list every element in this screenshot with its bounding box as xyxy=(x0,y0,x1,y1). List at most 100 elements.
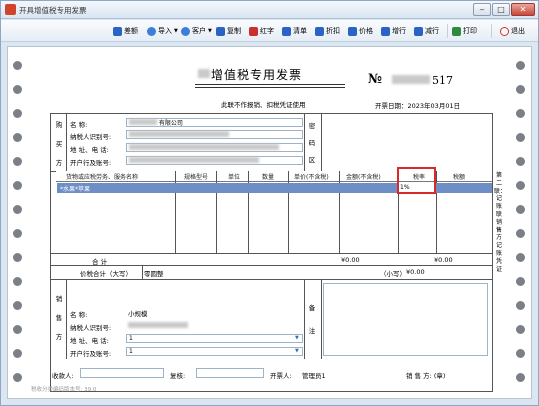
feed-hole xyxy=(13,109,22,118)
divider xyxy=(142,265,143,279)
column-header: 单价(不含税) xyxy=(294,174,329,181)
column-header: 数量 xyxy=(262,174,275,181)
tax-rate-highlight xyxy=(397,167,436,194)
discount-label: 折扣 xyxy=(326,27,340,35)
divider xyxy=(304,113,305,171)
buyer-side-label: 购 买 方 xyxy=(55,121,63,167)
grand-total-lower: ¥0.00 xyxy=(406,268,425,276)
grand-total-upper: 零圆整 xyxy=(144,270,164,278)
reviewer-label: 复核: xyxy=(170,372,186,380)
column-header: 金额(不含税) xyxy=(346,174,381,181)
divider xyxy=(50,265,493,266)
reviewer-field[interactable] xyxy=(196,368,264,378)
buyer-bank-label: 开户行及账号: xyxy=(70,159,112,167)
copy-button[interactable]: 复制 xyxy=(216,25,241,37)
redacted-region xyxy=(128,322,188,328)
seller-address-label: 地 址、电 话: xyxy=(70,337,109,345)
date-label: 开票日期： xyxy=(375,102,408,110)
column-header: 单位 xyxy=(228,174,241,181)
app-icon xyxy=(5,4,16,15)
buyer-address-label: 地 址、电 话: xyxy=(70,146,109,154)
remarks-field[interactable] xyxy=(323,283,488,356)
password-area-label: 密 码 区 xyxy=(308,122,316,164)
exit-label: 退出 xyxy=(511,27,525,35)
window-title: 开具增值税专用发票 xyxy=(19,6,87,15)
divider xyxy=(50,253,493,254)
print-icon xyxy=(452,26,461,36)
feed-hole xyxy=(13,253,22,262)
copy-icon xyxy=(216,26,225,36)
feed-hole xyxy=(13,157,22,166)
date-value: 2023年03月01日 xyxy=(407,102,461,110)
remove-row-button[interactable]: 减行 xyxy=(414,25,439,37)
invoice-window: 开具增值税专用发票 ‒ □ ✕ 差额 导入 ▼ 客户 ▼ 复制 红字 清单 折扣… xyxy=(0,0,539,406)
import-label: 导入 xyxy=(158,27,172,35)
grand-total-label: 价税合计（大写） xyxy=(80,270,132,278)
buyer-tax-id-field[interactable] xyxy=(126,130,303,139)
grand-total-lower-label: （小写） xyxy=(380,270,406,278)
invoice-title: 增值税专用发票 xyxy=(211,68,303,82)
feed-hole xyxy=(516,85,525,94)
feed-hole xyxy=(13,373,22,382)
feed-hole xyxy=(13,277,22,286)
column-header: 税额 xyxy=(453,174,466,181)
buyer-bank-field[interactable] xyxy=(126,156,303,165)
chevron-down-icon: ▼ xyxy=(208,28,212,34)
feed-hole xyxy=(516,253,525,262)
invoice-number: 517 xyxy=(432,74,453,87)
feed-hole xyxy=(13,349,22,358)
buyer-address-field[interactable] xyxy=(126,143,303,152)
seller-name: 小规模 xyxy=(128,310,148,318)
exit-button[interactable]: 退出 xyxy=(500,25,525,37)
divider xyxy=(66,113,67,171)
price-icon xyxy=(348,26,357,36)
discount-button[interactable]: 折扣 xyxy=(315,25,340,37)
payee-field[interactable] xyxy=(80,368,164,378)
toolbar-separator xyxy=(447,24,448,38)
goods-name[interactable]: *水果*苹果 xyxy=(60,184,90,193)
maximize-button[interactable]: □ xyxy=(492,3,510,16)
close-button[interactable]: ✕ xyxy=(511,3,535,16)
invoice-number-label: № xyxy=(368,72,383,87)
seller-address-select[interactable]: 1 ▼ xyxy=(126,334,303,343)
price-button[interactable]: 价格 xyxy=(348,25,373,37)
difference-label: 差额 xyxy=(124,27,138,35)
copy-note: 第二联：记账联 销售方记账凭证 xyxy=(494,172,507,273)
import-button[interactable]: 导入 ▼ xyxy=(147,25,178,37)
remarks-label: 备 注 xyxy=(308,304,316,335)
feed-hole xyxy=(516,133,525,142)
buyer-name-field[interactable]: 有限公司 xyxy=(126,118,303,127)
list-button[interactable]: 清单 xyxy=(282,25,307,37)
feed-hole xyxy=(13,133,22,142)
invoice-date: 开票日期：2023年03月01日 xyxy=(375,100,460,110)
copy-label: 复制 xyxy=(227,27,241,35)
column-header: 货物或应税劳务、服务名称 xyxy=(66,174,139,181)
title-bar: 开具增值税专用发票 ‒ □ ✕ xyxy=(1,1,538,19)
red-letter-icon xyxy=(249,26,258,36)
chevron-down-icon[interactable]: ▼ xyxy=(295,349,301,354)
chevron-down-icon[interactable]: ▼ xyxy=(295,336,301,341)
divider xyxy=(321,279,322,359)
price-label: 价格 xyxy=(359,27,373,35)
redacted-region xyxy=(129,144,279,150)
minimize-button[interactable]: ‒ xyxy=(473,3,491,16)
feed-hole xyxy=(516,205,525,214)
difference-icon xyxy=(113,26,122,36)
difference-button[interactable]: 差额 xyxy=(113,25,138,37)
seller-seal-label: 销 售 方: (章) xyxy=(406,372,446,380)
customer-label: 客户 xyxy=(192,27,206,35)
feed-hole xyxy=(13,85,22,94)
seller-bank-select[interactable]: 1 ▼ xyxy=(126,347,303,356)
feed-hole xyxy=(13,205,22,214)
feed-hole xyxy=(516,109,525,118)
import-icon xyxy=(147,26,156,36)
feed-hole xyxy=(516,229,525,238)
print-button[interactable]: 打印 xyxy=(452,25,477,37)
redacted-region xyxy=(129,119,157,125)
issuer-value: 管理员1 xyxy=(302,372,326,380)
customer-button[interactable]: 客户 ▼ xyxy=(181,25,212,37)
red-letter-label: 红字 xyxy=(260,27,274,35)
add-row-button[interactable]: 增行 xyxy=(381,25,406,37)
divider xyxy=(304,279,305,359)
red-letter-button[interactable]: 红字 xyxy=(249,25,274,37)
